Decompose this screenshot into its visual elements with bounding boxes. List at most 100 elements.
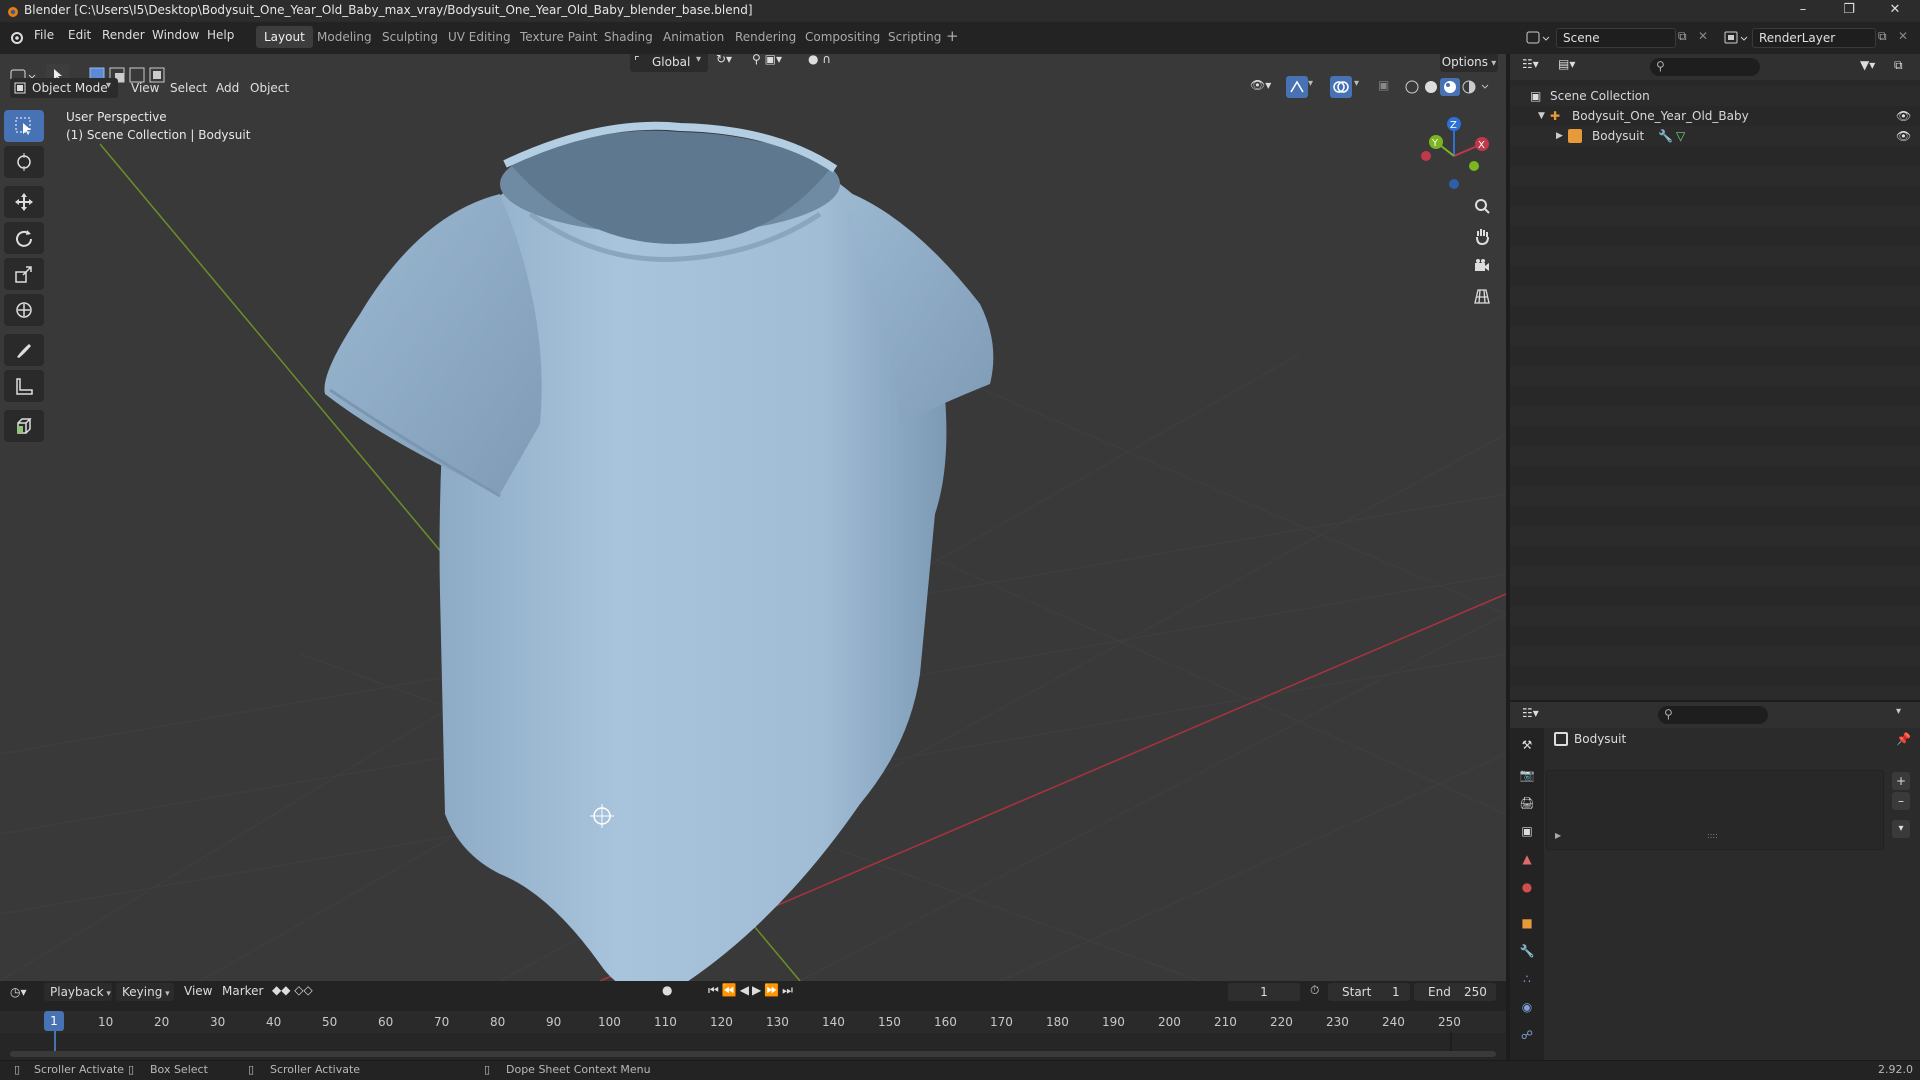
new-view-layer-icon[interactable]: ⧉ — [1878, 29, 1887, 44]
list-item[interactable]: ▣ Scene Collection — [1510, 86, 1920, 106]
material-slot-list[interactable]: ▶ :::: — [1546, 770, 1884, 850]
tab-layout[interactable]: Layout — [256, 26, 313, 48]
current-frame-field[interactable]: 1 — [1228, 983, 1300, 1001]
measure-tool-icon[interactable] — [4, 370, 44, 402]
bodysuit-mesh[interactable] — [300, 94, 1020, 981]
tab-modeling[interactable]: Modeling — [309, 26, 380, 48]
shading-mode-buttons[interactable] — [1402, 76, 1492, 98]
move-tool-icon[interactable] — [4, 186, 44, 218]
playback-controls[interactable]: ⏮⏪◀▶⏩⏭ — [708, 983, 796, 998]
list-item[interactable]: ▼ ✚ Bodysuit_One_Year_Old_Baby 👁 — [1510, 106, 1920, 126]
outliner-editor-type-icon[interactable]: ☷▾ — [1522, 57, 1550, 77]
select-box-tool-icon[interactable] — [4, 110, 44, 142]
delete-scene-icon[interactable]: ✕ — [1698, 29, 1708, 43]
view-layer-browse-icon[interactable] — [1722, 28, 1750, 48]
timeline-menu-marker[interactable]: Marker — [222, 984, 263, 998]
xray-toggle-icon[interactable]: ▣ — [1378, 78, 1389, 92]
filter-icon[interactable]: ▼▾ — [1860, 58, 1875, 72]
list-item[interactable]: ▶ Bodysuit 🔧 ▽ 👁 — [1510, 126, 1920, 146]
scene-field[interactable]: Scene — [1556, 28, 1676, 48]
particles-tab-icon[interactable]: ∴ — [1514, 966, 1540, 992]
add-slot-button[interactable]: + — [1892, 772, 1910, 790]
slot-specials-button[interactable]: ▾ — [1892, 820, 1910, 838]
expand-arrow-icon[interactable]: ▶ — [1555, 831, 1561, 840]
delete-view-layer-icon[interactable]: ✕ — [1898, 29, 1908, 43]
display-mode-icon[interactable]: ▤▾ — [1558, 57, 1586, 77]
menu-render[interactable]: Render — [102, 28, 145, 42]
pin-icon[interactable]: 📌 — [1896, 732, 1911, 746]
properties-editor[interactable]: ☷▾ ⚲ ▾ ⚒ 📷 🖨 ▣ ▲ ● ■ 🔧 ∴ ◉ ☍ Bodysuit 📌 … — [1510, 702, 1920, 1060]
viewport-menu-add[interactable]: Add — [216, 78, 239, 98]
playhead[interactable]: 1 — [44, 1011, 64, 1031]
tab-sculpting[interactable]: Sculpting — [374, 26, 446, 48]
transform-orientation-dropdown[interactable]: ⌜ Global ▾ — [630, 54, 708, 72]
viewport-menu-object[interactable]: Object — [250, 78, 289, 98]
expand-arrow-icon[interactable]: ▼ — [1538, 106, 1545, 126]
keying-dropdown[interactable]: Keying ▾ — [116, 983, 174, 1001]
menu-file[interactable]: File — [34, 28, 54, 42]
overlays-toggle-icon[interactable] — [1330, 76, 1352, 98]
modifier-tab-icon[interactable]: 🔧 — [1514, 938, 1540, 964]
transform-tool-icon[interactable] — [4, 294, 44, 326]
render-layer-field[interactable]: RenderLayer — [1752, 28, 1876, 48]
viewport-menu-view[interactable]: View — [131, 78, 159, 98]
new-scene-icon[interactable]: ⧉ — [1678, 29, 1687, 44]
scene-browse-icon[interactable] — [1524, 28, 1552, 48]
pivot-point-icon[interactable]: ↻▾ — [716, 54, 744, 72]
new-collection-icon[interactable]: ⧉ — [1894, 58, 1903, 73]
record-icon[interactable]: ● — [662, 983, 672, 997]
visibility-dropdown-icon[interactable]: 👁▾ — [1250, 78, 1280, 98]
menu-window[interactable]: Window — [152, 28, 199, 42]
menu-help[interactable]: Help — [207, 28, 234, 42]
minimize-icon[interactable]: – — [1780, 0, 1826, 22]
pan-hand-icon[interactable] — [1468, 222, 1496, 250]
keyframe-icons[interactable]: ◆◆ ◇◇ — [272, 983, 313, 997]
viewport-menu-select[interactable]: Select — [170, 78, 207, 98]
scene-tab-icon[interactable]: ▲ — [1514, 846, 1540, 872]
timer-icon[interactable]: ⏱ — [1310, 983, 1319, 998]
zoom-icon[interactable] — [1468, 192, 1496, 220]
add-cube-tool-icon[interactable] — [4, 410, 44, 442]
timeline[interactable]: ◷▾ Playback ▾ Keying ▾ View Marker ◆◆ ◇◇… — [0, 981, 1506, 1060]
timeline-menu-view[interactable]: View — [184, 984, 212, 998]
end-frame-field[interactable]: End 250 — [1414, 983, 1496, 1001]
close-icon[interactable]: ✕ — [1872, 0, 1918, 22]
chevron-down-icon[interactable]: ▾ — [1308, 78, 1313, 89]
tab-shading[interactable]: Shading — [596, 26, 661, 48]
cursor-tool-icon[interactable] — [4, 146, 44, 178]
eye-icon[interactable]: 👁 — [1896, 106, 1911, 126]
blender-menu-icon[interactable] — [8, 30, 24, 44]
camera-view-icon[interactable] — [1468, 252, 1496, 280]
add-workspace-button[interactable]: + — [946, 27, 959, 45]
output-tab-icon[interactable]: 🖨 — [1514, 790, 1540, 816]
object-tab-icon[interactable]: ■ — [1514, 910, 1540, 936]
constraints-tab-icon[interactable]: ☍ — [1514, 1022, 1540, 1048]
perspective-toggle-icon[interactable] — [1468, 282, 1496, 310]
chevron-down-icon[interactable]: ▾ — [1354, 78, 1359, 89]
proportional-editing-icon[interactable]: ● ∩ — [808, 54, 848, 72]
tab-scripting[interactable]: Scripting — [880, 26, 949, 48]
playback-dropdown[interactable]: Playback ▾ — [44, 983, 112, 1001]
gizmo-toggle-icon[interactable] — [1286, 76, 1308, 98]
tool-tab-icon[interactable]: ⚒ — [1514, 732, 1540, 758]
outliner-search-input[interactable]: ⚲ — [1650, 58, 1760, 76]
view-layer-tab-icon[interactable]: ▣ — [1514, 818, 1540, 844]
3d-viewport[interactable]: Object Mode ▾ View Select Add Object ⌜ G… — [0, 54, 1506, 981]
tab-compositing[interactable]: Compositing — [797, 26, 888, 48]
list-resize-handle[interactable]: :::: — [1707, 831, 1718, 840]
navigation-gizmo[interactable]: Z X Y — [1412, 114, 1492, 194]
start-frame-field[interactable]: Start 1 — [1328, 983, 1410, 1001]
physics-tab-icon[interactable]: ◉ — [1514, 994, 1540, 1020]
remove-slot-button[interactable]: – — [1892, 792, 1910, 810]
restore-icon[interactable]: ❐ — [1826, 0, 1872, 22]
tab-uv-editing[interactable]: UV Editing — [440, 26, 519, 48]
tab-texture-paint[interactable]: Texture Paint — [512, 26, 605, 48]
options-dropdown[interactable]: Options ▾ — [1440, 54, 1498, 72]
modifier-wrench-icon[interactable]: 🔧 — [1658, 126, 1673, 146]
snap-icon[interactable]: ⚲ ▣▾ — [752, 54, 800, 72]
annotate-tool-icon[interactable] — [4, 334, 44, 366]
object-mode-dropdown[interactable]: Object Mode ▾ — [10, 78, 118, 98]
rotate-tool-icon[interactable] — [4, 222, 44, 254]
properties-search-input[interactable]: ⚲ — [1658, 706, 1768, 724]
timeline-scrollbar[interactable] — [10, 1051, 1496, 1057]
